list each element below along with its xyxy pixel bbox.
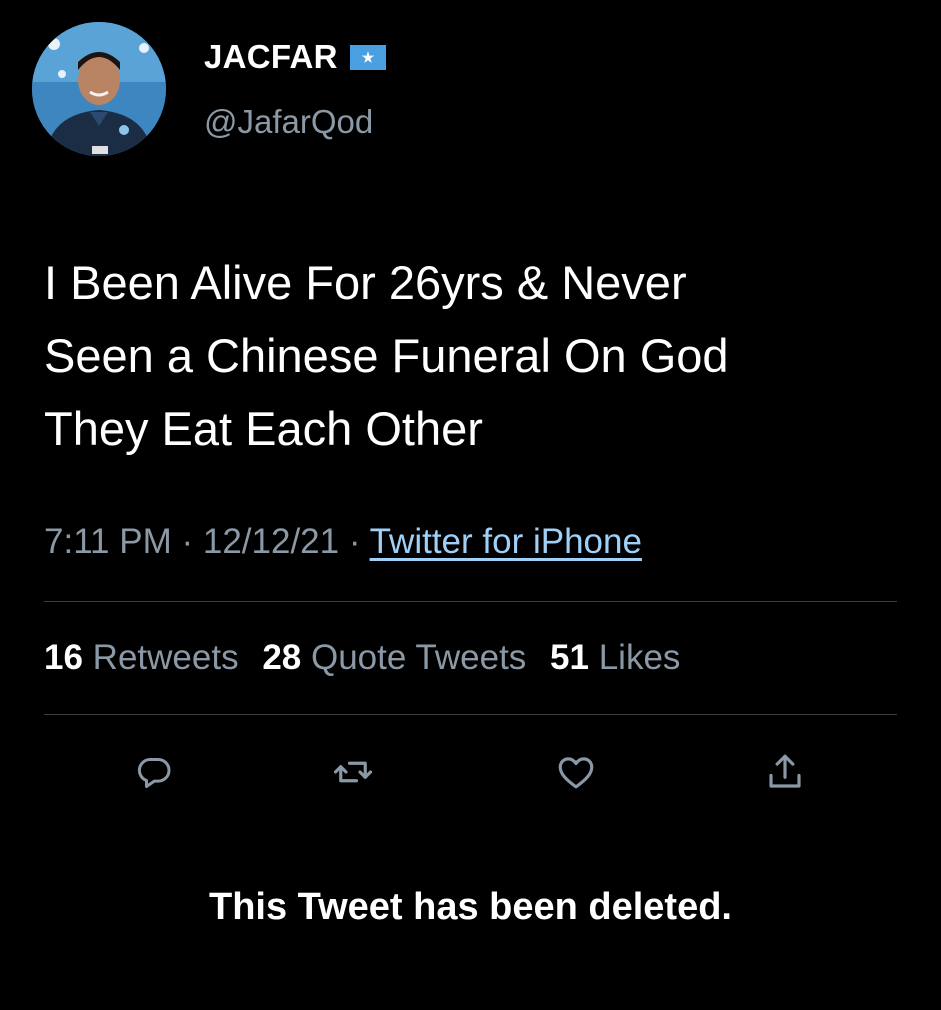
- tweet-text-line: Seen a Chinese Funeral On God: [44, 329, 729, 382]
- quote-tweets-label: Quote Tweets: [310, 638, 527, 677]
- heart-icon: [558, 757, 594, 789]
- like-button[interactable]: [552, 748, 600, 796]
- retweets-label: Retweets: [92, 638, 239, 677]
- avatar[interactable]: [32, 22, 166, 156]
- tweet-text-line: I Been Alive For 26yrs & Never: [44, 256, 687, 309]
- share-icon: [769, 754, 801, 788]
- likes-label: Likes: [598, 638, 681, 677]
- display-name-text: JACFAR: [204, 38, 338, 75]
- somalia-flag-icon: [349, 44, 386, 70]
- divider: [44, 601, 897, 602]
- retweets-count: 16: [44, 638, 83, 677]
- reply-button[interactable]: [130, 748, 178, 796]
- tweet-text: I Been Alive For 26yrs & Never Seen a Ch…: [44, 246, 904, 465]
- quote-tweets-count: 28: [262, 638, 302, 677]
- reply-icon: [137, 758, 171, 788]
- tweet-card: JACFAR @JafarQod I Been Alive For 26yrs …: [0, 0, 941, 1010]
- meta-separator: ·: [181, 522, 194, 561]
- retweet-icon: [333, 761, 373, 783]
- tweet-text-line: They Eat Each Other: [44, 402, 483, 455]
- tweet-stats: 16 Retweets 28 Quote Tweets 51 Likes: [44, 638, 694, 678]
- tweet-meta: 7:11 PM · 12/12/21 · Twitter for iPhone: [44, 522, 642, 562]
- retweets-stat[interactable]: 16 Retweets: [44, 638, 239, 677]
- quote-tweets-stat[interactable]: 28 Quote Tweets: [262, 638, 526, 677]
- likes-count: 51: [550, 638, 589, 677]
- profile-photo: [32, 22, 166, 156]
- retweet-button[interactable]: [329, 748, 377, 796]
- deleted-notice: This Tweet has been deleted.: [209, 886, 732, 928]
- meta-separator: ·: [348, 522, 361, 561]
- likes-stat[interactable]: 51 Likes: [550, 638, 680, 677]
- tweet-time[interactable]: 7:11 PM: [44, 522, 172, 561]
- divider: [44, 714, 897, 715]
- tweet-date[interactable]: 12/12/21: [203, 522, 339, 561]
- display-name[interactable]: JACFAR: [204, 38, 386, 76]
- user-handle[interactable]: @JafarQod: [204, 103, 373, 141]
- share-button[interactable]: [761, 748, 809, 796]
- tweet-source-link[interactable]: Twitter for iPhone: [370, 522, 642, 561]
